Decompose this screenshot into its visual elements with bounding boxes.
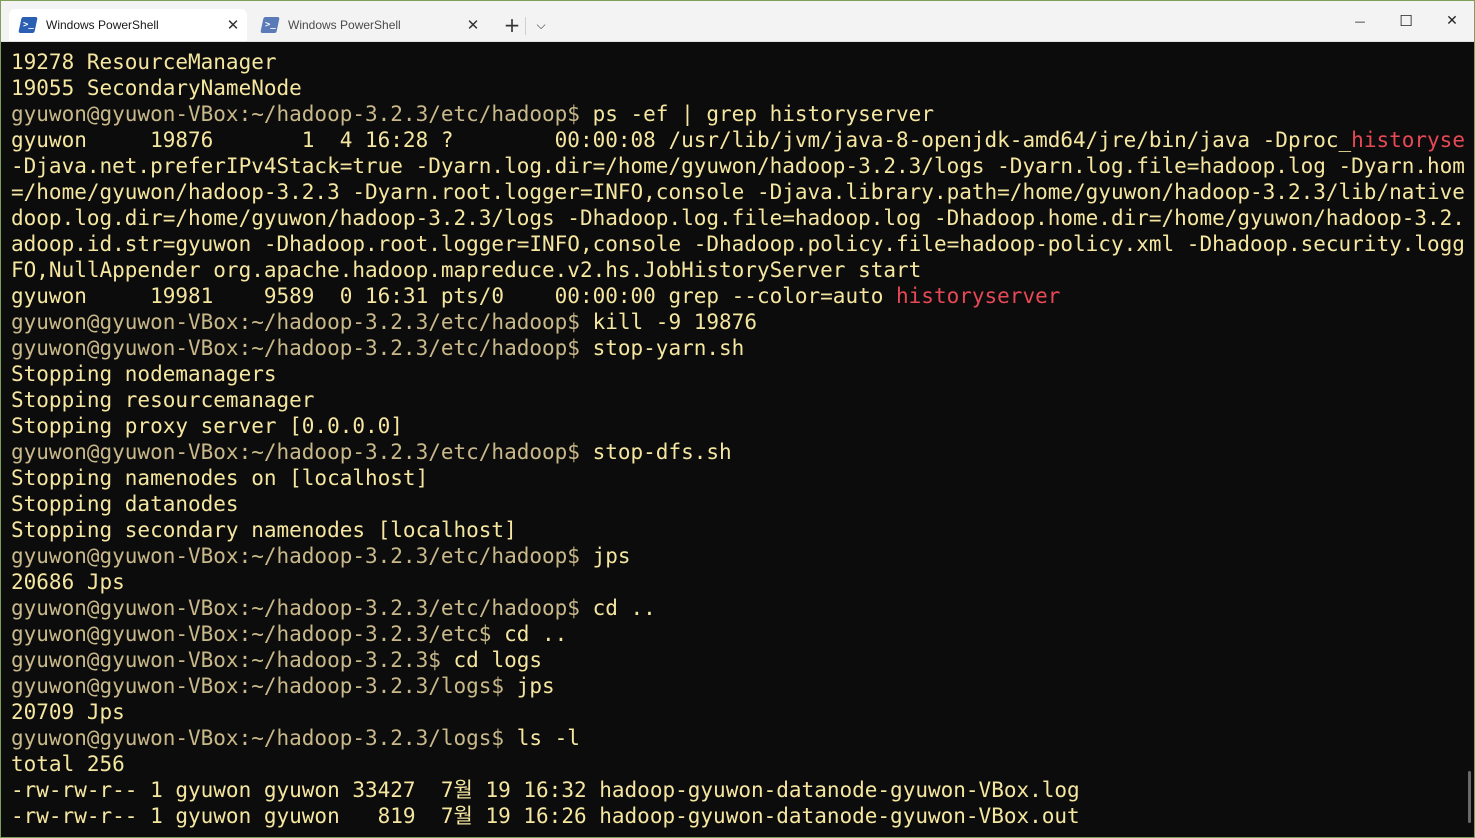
tab-dropdown-icon[interactable]: ⌵ bbox=[531, 9, 551, 41]
shell-prompt: gyuwon@gyuwon-VBox:~/hadoop-3.2.3/etc/ha… bbox=[11, 310, 580, 334]
terminal-line: total 256 bbox=[11, 751, 1466, 777]
terminal-line: gyuwon@gyuwon-VBox:~/hadoop-3.2.3/etc/ha… bbox=[11, 309, 1466, 335]
shell-prompt: gyuwon@gyuwon-VBox:~/hadoop-3.2.3/etc/ha… bbox=[11, 596, 580, 620]
output-text: Stopping datanodes bbox=[11, 492, 239, 516]
output-text: 19055 SecondaryNameNode bbox=[11, 76, 302, 100]
shell-prompt: gyuwon@gyuwon-VBox:~/hadoop-3.2.3/logs$ bbox=[11, 674, 505, 698]
grep-match-highlight: historyserver bbox=[1351, 128, 1466, 152]
minimize-icon: — bbox=[1354, 14, 1366, 28]
output-text: gyuwon 19876 1 4 16:28 ? 00:00:08 /usr/l… bbox=[11, 128, 1352, 152]
output-text: Stopping secondary namenodes [localhost] bbox=[11, 518, 517, 542]
output-text: 20686 Jps bbox=[11, 570, 125, 594]
tab-title: Windows PowerShell bbox=[288, 18, 401, 32]
command-text: cd .. bbox=[579, 596, 656, 620]
terminal-line: Stopping datanodes bbox=[11, 491, 1466, 517]
output-text: gyuwon 19981 9589 0 16:31 pts/0 00:00:00… bbox=[11, 284, 897, 308]
terminal-line: gyuwon@gyuwon-VBox:~/hadoop-3.2.3/etc/ha… bbox=[11, 335, 1466, 361]
tab-title: Windows PowerShell bbox=[46, 18, 159, 32]
terminal-line: FO,NullAppender org.apache.hadoop.mapred… bbox=[11, 257, 1466, 283]
shell-prompt: gyuwon@gyuwon-VBox:~/hadoop-3.2.3/etc$ bbox=[11, 622, 492, 646]
terminal-line: gyuwon@gyuwon-VBox:~/hadoop-3.2.3/etc$ c… bbox=[11, 621, 1466, 647]
command-text: cd .. bbox=[491, 622, 568, 646]
terminal-line: gyuwon@gyuwon-VBox:~/hadoop-3.2.3/etc/ha… bbox=[11, 543, 1466, 569]
grep-match-highlight: historyserver bbox=[896, 284, 1061, 308]
output-text: adoop.id.str=gyuwon -Dhadoop.root.logger… bbox=[11, 232, 1466, 256]
title-bar: >_ Windows PowerShell ✕ >_ Windows Power… bbox=[1, 1, 1474, 42]
terminal-line: -rw-rw-r-- 1 gyuwon gyuwon 819 7월 19 16:… bbox=[11, 803, 1466, 829]
output-text: 19278 ResourceManager bbox=[11, 50, 277, 74]
scrollbar[interactable] bbox=[1462, 42, 1474, 837]
maximize-icon: ☐ bbox=[1399, 12, 1413, 30]
terminal-line: Stopping resourcemanager bbox=[11, 387, 1466, 413]
terminal-line: gyuwon@gyuwon-VBox:~/hadoop-3.2.3/logs$ … bbox=[11, 725, 1466, 751]
terminal-line: gyuwon@gyuwon-VBox:~/hadoop-3.2.3/etc/ha… bbox=[11, 101, 1466, 127]
command-text: jps bbox=[504, 674, 555, 698]
terminal-line: gyuwon@gyuwon-VBox:~/hadoop-3.2.3$ cd lo… bbox=[11, 647, 1466, 673]
minimize-button[interactable]: — bbox=[1337, 1, 1383, 41]
command-text: stop-dfs.sh bbox=[579, 440, 732, 464]
output-text: -Djava.net.preferIPv4Stack=true -Dyarn.l… bbox=[11, 154, 1466, 178]
terminal-line: gyuwon 19876 1 4 16:28 ? 00:00:08 /usr/l… bbox=[11, 127, 1466, 153]
terminal-line: 20686 Jps bbox=[11, 569, 1466, 595]
shell-prompt: gyuwon@gyuwon-VBox:~/hadoop-3.2.3$ bbox=[11, 648, 441, 672]
close-window-button[interactable]: ✕ bbox=[1429, 1, 1474, 41]
command-text: ps -ef | grep historyserver bbox=[579, 102, 934, 126]
terminal-line: gyuwon@gyuwon-VBox:~/hadoop-3.2.3/logs$ … bbox=[11, 673, 1466, 699]
command-text: ls -l bbox=[504, 726, 580, 750]
terminal-line: 20709 Jps bbox=[11, 699, 1466, 725]
output-text: Stopping resourcemanager bbox=[11, 388, 315, 412]
terminal-window: >_ Windows PowerShell ✕ >_ Windows Power… bbox=[0, 0, 1475, 838]
terminal-line: Stopping proxy server [0.0.0.0] bbox=[11, 413, 1466, 439]
shell-prompt: gyuwon@gyuwon-VBox:~/hadoop-3.2.3/etc/ha… bbox=[11, 544, 580, 568]
close-tab-icon[interactable]: ✕ bbox=[219, 16, 247, 34]
command-text: jps bbox=[579, 544, 631, 568]
command-text: stop-yarn.sh bbox=[579, 336, 745, 360]
output-text: total 256 bbox=[11, 752, 125, 776]
maximize-button[interactable]: ☐ bbox=[1383, 1, 1429, 41]
terminal-line: -Djava.net.preferIPv4Stack=true -Dyarn.l… bbox=[11, 153, 1466, 179]
output-text: FO,NullAppender org.apache.hadoop.mapred… bbox=[11, 258, 922, 282]
powershell-icon: >_ bbox=[260, 17, 280, 33]
output-text: 20709 Jps bbox=[11, 700, 125, 724]
shell-prompt: gyuwon@gyuwon-VBox:~/hadoop-3.2.3/etc/ha… bbox=[11, 440, 580, 464]
shell-prompt: gyuwon@gyuwon-VBox:~/hadoop-3.2.3/etc/ha… bbox=[11, 102, 580, 126]
output-text: Stopping proxy server [0.0.0.0] bbox=[11, 414, 403, 438]
output-text: doop.log.dir=/home/gyuwon/hadoop-3.2.3/l… bbox=[11, 206, 1466, 230]
terminal-line: Stopping nodemanagers bbox=[11, 361, 1466, 387]
terminal-line: Stopping namenodes on [localhost] bbox=[11, 465, 1466, 491]
terminal-line: =/home/gyuwon/hadoop-3.2.3 -Dyarn.root.l… bbox=[11, 179, 1466, 205]
terminal-line: gyuwon@gyuwon-VBox:~/hadoop-3.2.3/etc/ha… bbox=[11, 439, 1466, 465]
output-text: Stopping nodemanagers bbox=[11, 362, 277, 386]
terminal-line: doop.log.dir=/home/gyuwon/hadoop-3.2.3/l… bbox=[11, 205, 1466, 231]
terminal-line: 19278 ResourceManager bbox=[11, 49, 1466, 75]
output-text: -rw-rw-r-- 1 gyuwon gyuwon 819 7월 19 16:… bbox=[11, 804, 1080, 828]
output-text: -rw-rw-r-- 1 gyuwon gyuwon 33427 7월 19 1… bbox=[11, 778, 1080, 802]
powershell-icon: >_ bbox=[18, 17, 38, 33]
new-tab-button[interactable]: + bbox=[501, 9, 523, 41]
tab-powershell-2[interactable]: >_ Windows PowerShell ✕ bbox=[251, 9, 487, 41]
terminal-line: adoop.id.str=gyuwon -Dhadoop.root.logger… bbox=[11, 231, 1466, 257]
terminal-line: 19055 SecondaryNameNode bbox=[11, 75, 1466, 101]
output-text: Stopping namenodes on [localhost] bbox=[11, 466, 429, 490]
separator bbox=[525, 17, 526, 35]
shell-prompt: gyuwon@gyuwon-VBox:~/hadoop-3.2.3/logs$ bbox=[11, 726, 505, 750]
terminal-line: -rw-rw-r-- 1 gyuwon gyuwon 33427 7월 19 1… bbox=[11, 777, 1466, 803]
terminal-line: gyuwon@gyuwon-VBox:~/hadoop-3.2.3/etc/ha… bbox=[11, 595, 1466, 621]
close-icon: ✕ bbox=[1446, 13, 1458, 29]
terminal-line: Stopping secondary namenodes [localhost] bbox=[11, 517, 1466, 543]
command-text: cd logs bbox=[440, 648, 543, 672]
shell-prompt: gyuwon@gyuwon-VBox:~/hadoop-3.2.3/etc/ha… bbox=[11, 336, 580, 360]
output-text: =/home/gyuwon/hadoop-3.2.3 -Dyarn.root.l… bbox=[11, 180, 1466, 204]
terminal-line: gyuwon 19981 9589 0 16:31 pts/0 00:00:00… bbox=[11, 283, 1466, 309]
terminal-output[interactable]: 19278 ResourceManager 19055 SecondaryName… bbox=[11, 49, 1466, 837]
scrollbar-thumb[interactable] bbox=[1468, 771, 1471, 823]
tab-powershell-1[interactable]: >_ Windows PowerShell ✕ bbox=[9, 9, 247, 41]
close-tab-icon[interactable]: ✕ bbox=[459, 16, 487, 34]
command-text: kill -9 19876 bbox=[579, 310, 757, 334]
